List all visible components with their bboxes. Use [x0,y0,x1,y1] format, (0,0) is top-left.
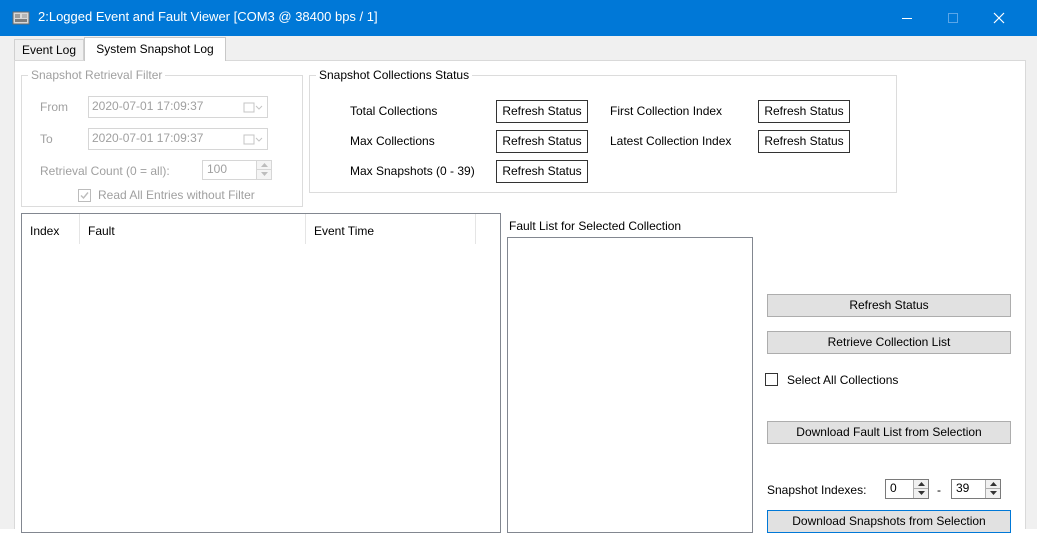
arrow-up-icon [990,482,997,486]
latest-collection-index-label: Latest Collection Index [610,134,732,148]
snapshot-index-from-down-button[interactable] [914,489,928,498]
max-snapshots-label: Max Snapshots (0 - 39) [350,164,475,178]
close-button[interactable] [976,0,1022,36]
close-icon [993,12,1005,24]
to-label: To [40,132,53,146]
refresh-status-button[interactable]: Refresh Status [767,294,1011,317]
total-collections-value: Refresh Status [496,100,588,123]
snapshot-retrieval-filter-group: Snapshot Retrieval Filter From 2020-07-0… [21,68,303,207]
max-snapshots-value: Refresh Status [496,160,588,183]
app-icon [12,11,30,25]
snapshot-index-to-stepper[interactable]: 39 [951,479,1001,499]
max-collections-label: Max Collections [350,134,435,148]
checkmark-icon [80,192,89,200]
arrow-down-icon [990,491,997,495]
calendar-dropdown-icon [243,102,263,113]
max-collections-value: Refresh Status [496,130,588,153]
snapshot-index-from-spin-buttons [913,480,928,498]
latest-collection-index-value: Refresh Status [758,130,850,153]
from-datetime-value: 2020-07-01 17:09:37 [92,99,204,113]
first-collection-index-label: First Collection Index [610,104,723,118]
from-datetime-picker[interactable]: 2020-07-01 17:09:37 [88,96,268,118]
read-all-entries-label: Read All Entries without Filter [98,188,255,202]
maximize-icon [948,13,958,23]
calendar-dropdown-icon [243,134,263,145]
snapshot-index-from-stepper[interactable]: 0 [885,479,929,499]
tab-system-snapshot-log[interactable]: System Snapshot Log [84,37,226,61]
snapshot-index-from-up-button[interactable] [914,480,928,489]
to-datetime-value: 2020-07-01 17:09:37 [92,131,204,145]
snapshot-index-separator: - [937,483,941,497]
fault-list-box[interactable] [507,237,753,533]
retrieve-collection-list-button[interactable]: Retrieve Collection List [767,331,1011,354]
retrieval-count-stepper[interactable]: 100 [202,160,272,180]
from-label: From [40,100,68,114]
arrow-up-icon [261,163,268,167]
arrow-down-icon [261,172,268,176]
window-title: 2:Logged Event and Fault Viewer [COM3 @ … [38,9,378,24]
column-header-event-time[interactable]: Event Time [306,214,476,244]
title-bar[interactable]: 2:Logged Event and Fault Viewer [COM3 @ … [0,0,1037,36]
snapshot-index-from-value: 0 [890,481,897,495]
retrieval-count-up-button[interactable] [257,161,271,170]
snapshot-collections-status-group: Snapshot Collections Status Total Collec… [309,68,897,193]
read-all-entries-checkbox[interactable] [78,189,91,202]
retrieval-count-spin-buttons [256,161,271,179]
fault-list-label: Fault List for Selected Collection [509,219,682,233]
maximize-button[interactable] [930,0,976,36]
tab-panel-system-snapshot-log: Snapshot Retrieval Filter From 2020-07-0… [14,60,1026,533]
to-datetime-picker[interactable]: 2020-07-01 17:09:37 [88,128,268,150]
minimize-icon [902,18,912,19]
first-collection-index-value: Refresh Status [758,100,850,123]
minimize-button[interactable] [884,0,930,36]
collection-list-header: Index Fault Event Time [22,214,500,244]
status-group-legend: Snapshot Collections Status [316,68,473,82]
arrow-up-icon [918,482,925,486]
app-window: 2:Logged Event and Fault Viewer [COM3 @ … [0,0,1037,533]
retrieval-count-down-button[interactable] [257,170,271,179]
filter-group-legend: Snapshot Retrieval Filter [28,68,166,82]
select-all-collections-label: Select All Collections [787,373,899,387]
download-fault-list-button[interactable]: Download Fault List from Selection [767,421,1011,444]
collection-list[interactable]: Index Fault Event Time [21,213,501,533]
snapshot-index-to-spin-buttons [985,480,1000,498]
snapshot-index-to-down-button[interactable] [986,489,1000,498]
column-header-index[interactable]: Index [22,214,80,244]
retrieval-count-label: Retrieval Count (0 = all): [40,164,170,178]
retrieval-count-value: 100 [207,162,228,176]
column-header-fault[interactable]: Fault [80,214,306,244]
total-collections-label: Total Collections [350,104,438,118]
snapshot-index-to-value: 39 [956,481,970,495]
snapshot-indexes-label: Snapshot Indexes: [767,483,867,497]
select-all-collections-checkbox[interactable] [765,373,778,386]
tab-event-log[interactable]: Event Log [14,39,84,61]
download-snapshots-button[interactable]: Download Snapshots from Selection [767,510,1011,533]
arrow-down-icon [918,491,925,495]
snapshot-index-to-up-button[interactable] [986,480,1000,489]
